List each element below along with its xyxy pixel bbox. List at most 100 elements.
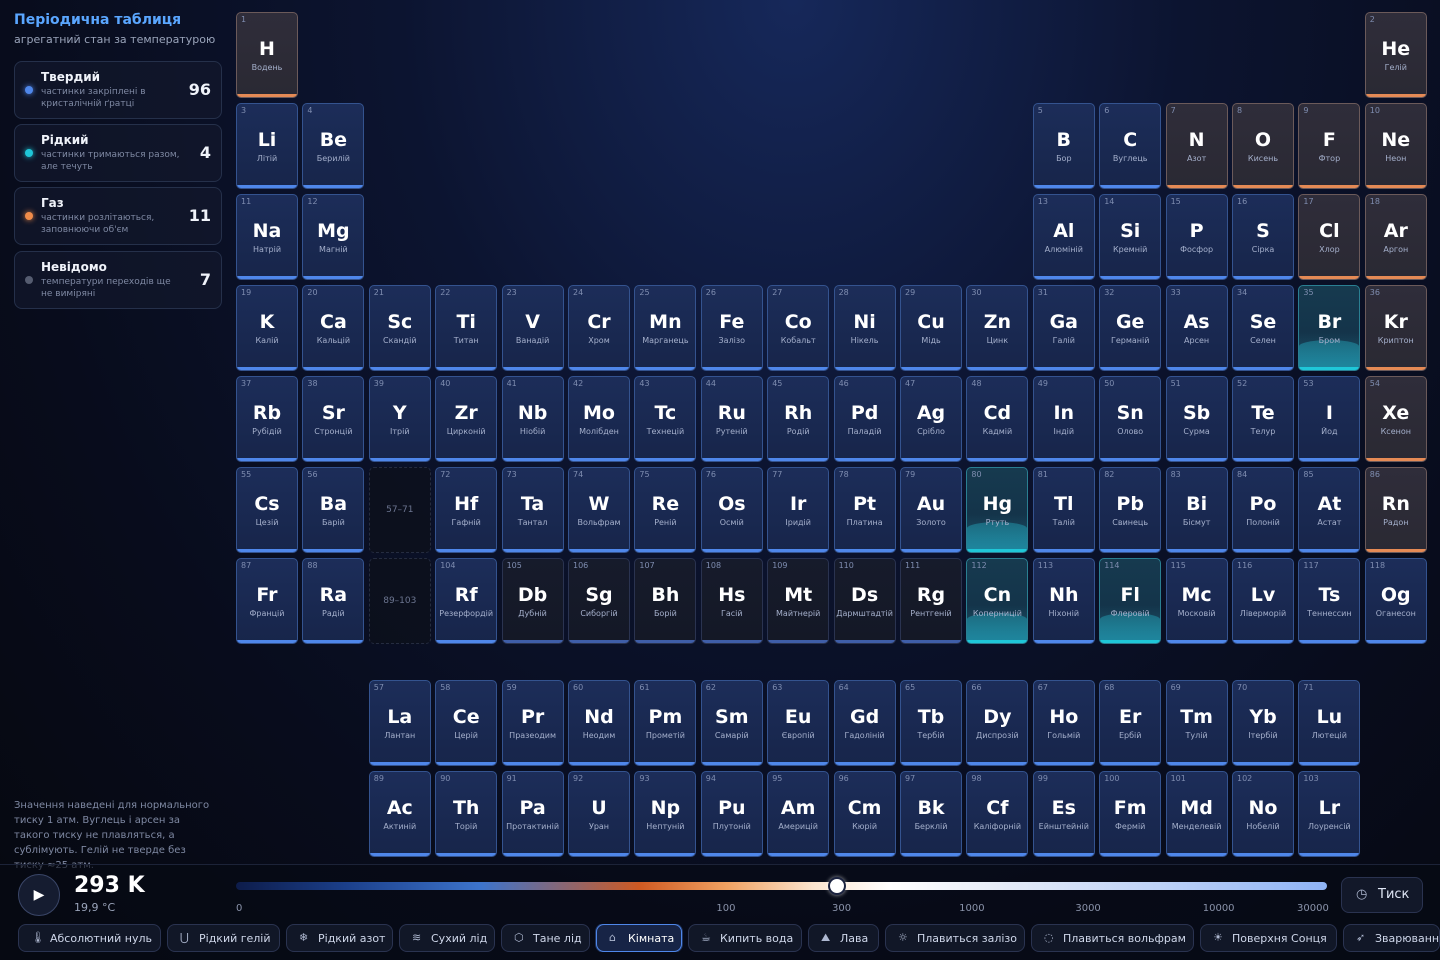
element-cell-nh[interactable]: 113 Nh Ніхоній xyxy=(1032,558,1095,644)
element-cell-p[interactable]: 15 P Фосфор xyxy=(1165,194,1228,280)
element-cell-ta[interactable]: 73 Ta Тантал xyxy=(501,467,564,553)
element-cell-la[interactable]: 57 La Лантан xyxy=(368,680,431,766)
element-cell-o[interactable]: 8 O Кисень xyxy=(1232,103,1294,189)
element-cell-am[interactable]: 95 Am Америцій xyxy=(767,771,830,857)
element-cell-ni[interactable]: 28 Ni Нікель xyxy=(833,285,896,371)
element-cell-ho[interactable]: 67 Ho Гольмій xyxy=(1032,680,1095,766)
element-cell-po[interactable]: 84 Po Полоній xyxy=(1232,467,1294,553)
element-cell-nb[interactable]: 41 Nb Ніобій xyxy=(501,376,564,462)
element-cell-lv[interactable]: 116 Lv Ліверморій xyxy=(1232,558,1294,644)
preset-button[interactable]: 🌡 Абсолютний нуль xyxy=(18,924,161,952)
element-cell-cd[interactable]: 48 Cd Кадмій xyxy=(966,376,1029,462)
element-cell-sm[interactable]: 62 Sm Самарій xyxy=(700,680,763,766)
element-cell-pr[interactable]: 59 Pr Празеодим xyxy=(501,680,564,766)
preset-button[interactable]: ☀ Поверхня Сонця xyxy=(1200,924,1337,952)
element-cell-zn[interactable]: 30 Zn Цинк xyxy=(966,285,1029,371)
preset-button[interactable]: ≋ Сухий лід xyxy=(399,924,495,952)
play-button[interactable]: ▶ xyxy=(18,874,60,916)
element-cell-s[interactable]: 16 S Сірка xyxy=(1232,194,1294,280)
element-cell-mc[interactable]: 115 Mc Московій xyxy=(1165,558,1228,644)
element-cell-fm[interactable]: 100 Fm Фермій xyxy=(1099,771,1162,857)
element-cell-xe[interactable]: 54 Xe Ксенон xyxy=(1364,376,1427,462)
element-cell-md[interactable]: 101 Md Менделевій xyxy=(1165,771,1228,857)
element-cell-sc[interactable]: 21 Sc Скандій xyxy=(368,285,431,371)
element-cell-ba[interactable]: 56 Ba Барій xyxy=(302,467,365,553)
element-cell-mt[interactable]: 109 Mt Майтнерій xyxy=(767,558,830,644)
element-cell-er[interactable]: 68 Er Ербій xyxy=(1099,680,1162,766)
element-cell-v[interactable]: 23 V Ванадій xyxy=(501,285,564,371)
element-cell-zr[interactable]: 40 Zr Цирконій xyxy=(435,376,498,462)
element-cell-na[interactable]: 11 Na Натрій xyxy=(236,194,298,280)
element-cell-re[interactable]: 75 Re Реній xyxy=(634,467,697,553)
element-cell-ar[interactable]: 18 Ar Аргон xyxy=(1364,194,1427,280)
preset-button[interactable]: ⌂ Кімната xyxy=(596,924,682,952)
element-cell-lu[interactable]: 71 Lu Лютецій xyxy=(1298,680,1361,766)
preset-button[interactable]: ⋃ Рідкий гелій xyxy=(167,924,280,952)
element-cell-ge[interactable]: 32 Ge Германій xyxy=(1099,285,1162,371)
element-cell-nd[interactable]: 60 Nd Неодим xyxy=(568,680,630,766)
temperature-slider-thumb[interactable] xyxy=(828,877,847,895)
element-cell-hf[interactable]: 72 Hf Гафній xyxy=(435,467,498,553)
element-cell-tl[interactable]: 81 Tl Талій xyxy=(1032,467,1095,553)
element-cell-pt[interactable]: 78 Pt Платина xyxy=(833,467,896,553)
preset-button[interactable]: ☼ Плавиться залізо xyxy=(885,924,1025,952)
element-cell-dy[interactable]: 66 Dy Диспрозій xyxy=(966,680,1029,766)
element-cell-sg[interactable]: 106 Sg Сиборгій xyxy=(568,558,630,644)
element-cell-ac[interactable]: 89 Ac Актиній xyxy=(368,771,431,857)
element-cell-cf[interactable]: 98 Cf Каліфорній xyxy=(966,771,1029,857)
legend-liquid[interactable]: Рідкий частинки тримаються разом, але те… xyxy=(14,124,222,182)
element-cell-pd[interactable]: 46 Pd Паладій xyxy=(833,376,896,462)
element-cell-mo[interactable]: 42 Mo Молібден xyxy=(568,376,630,462)
element-cell-es[interactable]: 99 Es Ейнштейній xyxy=(1032,771,1095,857)
element-cell-b[interactable]: 5 B Бор xyxy=(1032,103,1095,189)
legend-unknown[interactable]: Невідомо температури переходів ще не вим… xyxy=(14,251,222,309)
element-cell-ag[interactable]: 47 Ag Срібло xyxy=(900,376,962,462)
element-cell-u[interactable]: 92 U Уран xyxy=(568,771,630,857)
element-cell-ds[interactable]: 110 Ds Дармштадтій xyxy=(833,558,896,644)
element-cell-ti[interactable]: 22 Ti Титан xyxy=(435,285,498,371)
element-cell-bk[interactable]: 97 Bk Берклій xyxy=(900,771,962,857)
element-cell-np[interactable]: 93 Np Нептуній xyxy=(634,771,697,857)
element-cell-cl[interactable]: 17 Cl Хлор xyxy=(1298,194,1361,280)
element-cell-si[interactable]: 14 Si Кремній xyxy=(1099,194,1162,280)
element-cell-ce[interactable]: 58 Ce Церій xyxy=(435,680,498,766)
element-cell-ra[interactable]: 88 Ra Радій xyxy=(302,558,365,644)
element-cell-cn[interactable]: 112 Cn Коперницій xyxy=(966,558,1029,644)
element-cell-th[interactable]: 90 Th Торій xyxy=(435,771,498,857)
preset-button[interactable]: ⬡ Тане лід xyxy=(501,924,590,952)
element-cell-hs[interactable]: 108 Hs Гасій xyxy=(700,558,763,644)
element-cell-rb[interactable]: 37 Rb Рубідій xyxy=(236,376,298,462)
element-cell-au[interactable]: 79 Au Золото xyxy=(900,467,962,553)
element-cell-w[interactable]: 74 W Вольфрам xyxy=(568,467,630,553)
element-cell-br[interactable]: 35 Br Бром xyxy=(1298,285,1361,371)
element-cell-yb[interactable]: 70 Yb Ітербій xyxy=(1232,680,1294,766)
element-cell-lr[interactable]: 103 Lr Лоуренсій xyxy=(1298,771,1361,857)
element-cell-os[interactable]: 76 Os Осмій xyxy=(700,467,763,553)
element-cell-no[interactable]: 102 No Нобелій xyxy=(1232,771,1294,857)
preset-button[interactable]: ❄ Рідкий азот xyxy=(286,924,393,952)
preset-button[interactable]: ⛰ Лава xyxy=(808,924,879,952)
element-cell-as[interactable]: 33 As Арсен xyxy=(1165,285,1228,371)
element-cell-sr[interactable]: 38 Sr Стронцій xyxy=(302,376,365,462)
preset-button[interactable]: ◌ Плавиться вольфрам xyxy=(1031,924,1194,952)
element-cell-rg[interactable]: 111 Rg Рентгеній xyxy=(900,558,962,644)
element-cell-tc[interactable]: 43 Tc Технецій xyxy=(634,376,697,462)
element-cell-ts[interactable]: 117 Ts Теннессин xyxy=(1298,558,1361,644)
element-cell-tb[interactable]: 65 Tb Тербій xyxy=(900,680,962,766)
element-cell-k[interactable]: 19 K Калій xyxy=(236,285,298,371)
element-cell-rn[interactable]: 86 Rn Радон xyxy=(1364,467,1427,553)
preset-button[interactable]: ➶ Зварювання xyxy=(1343,924,1440,952)
element-cell-f[interactable]: 9 F Фтор xyxy=(1298,103,1361,189)
element-cell-se[interactable]: 34 Se Селен xyxy=(1232,285,1294,371)
element-cell-be[interactable]: 4 Be Берилій xyxy=(302,103,365,189)
element-cell-fr[interactable]: 87 Fr Францій xyxy=(236,558,298,644)
element-cell-co[interactable]: 27 Co Кобальт xyxy=(767,285,830,371)
element-cell-ca[interactable]: 20 Ca Кальцій xyxy=(302,285,365,371)
element-cell-ru[interactable]: 44 Ru Рутеній xyxy=(700,376,763,462)
element-cell-y[interactable]: 39 Y Ітрій xyxy=(368,376,431,462)
element-cell-bh[interactable]: 107 Bh Борій xyxy=(634,558,697,644)
element-cell-gd[interactable]: 64 Gd Гадоліній xyxy=(833,680,896,766)
element-cell-bi[interactable]: 83 Bi Бісмут xyxy=(1165,467,1228,553)
element-cell-sb[interactable]: 51 Sb Сурма xyxy=(1165,376,1228,462)
element-cell-mg[interactable]: 12 Mg Магній xyxy=(302,194,365,280)
